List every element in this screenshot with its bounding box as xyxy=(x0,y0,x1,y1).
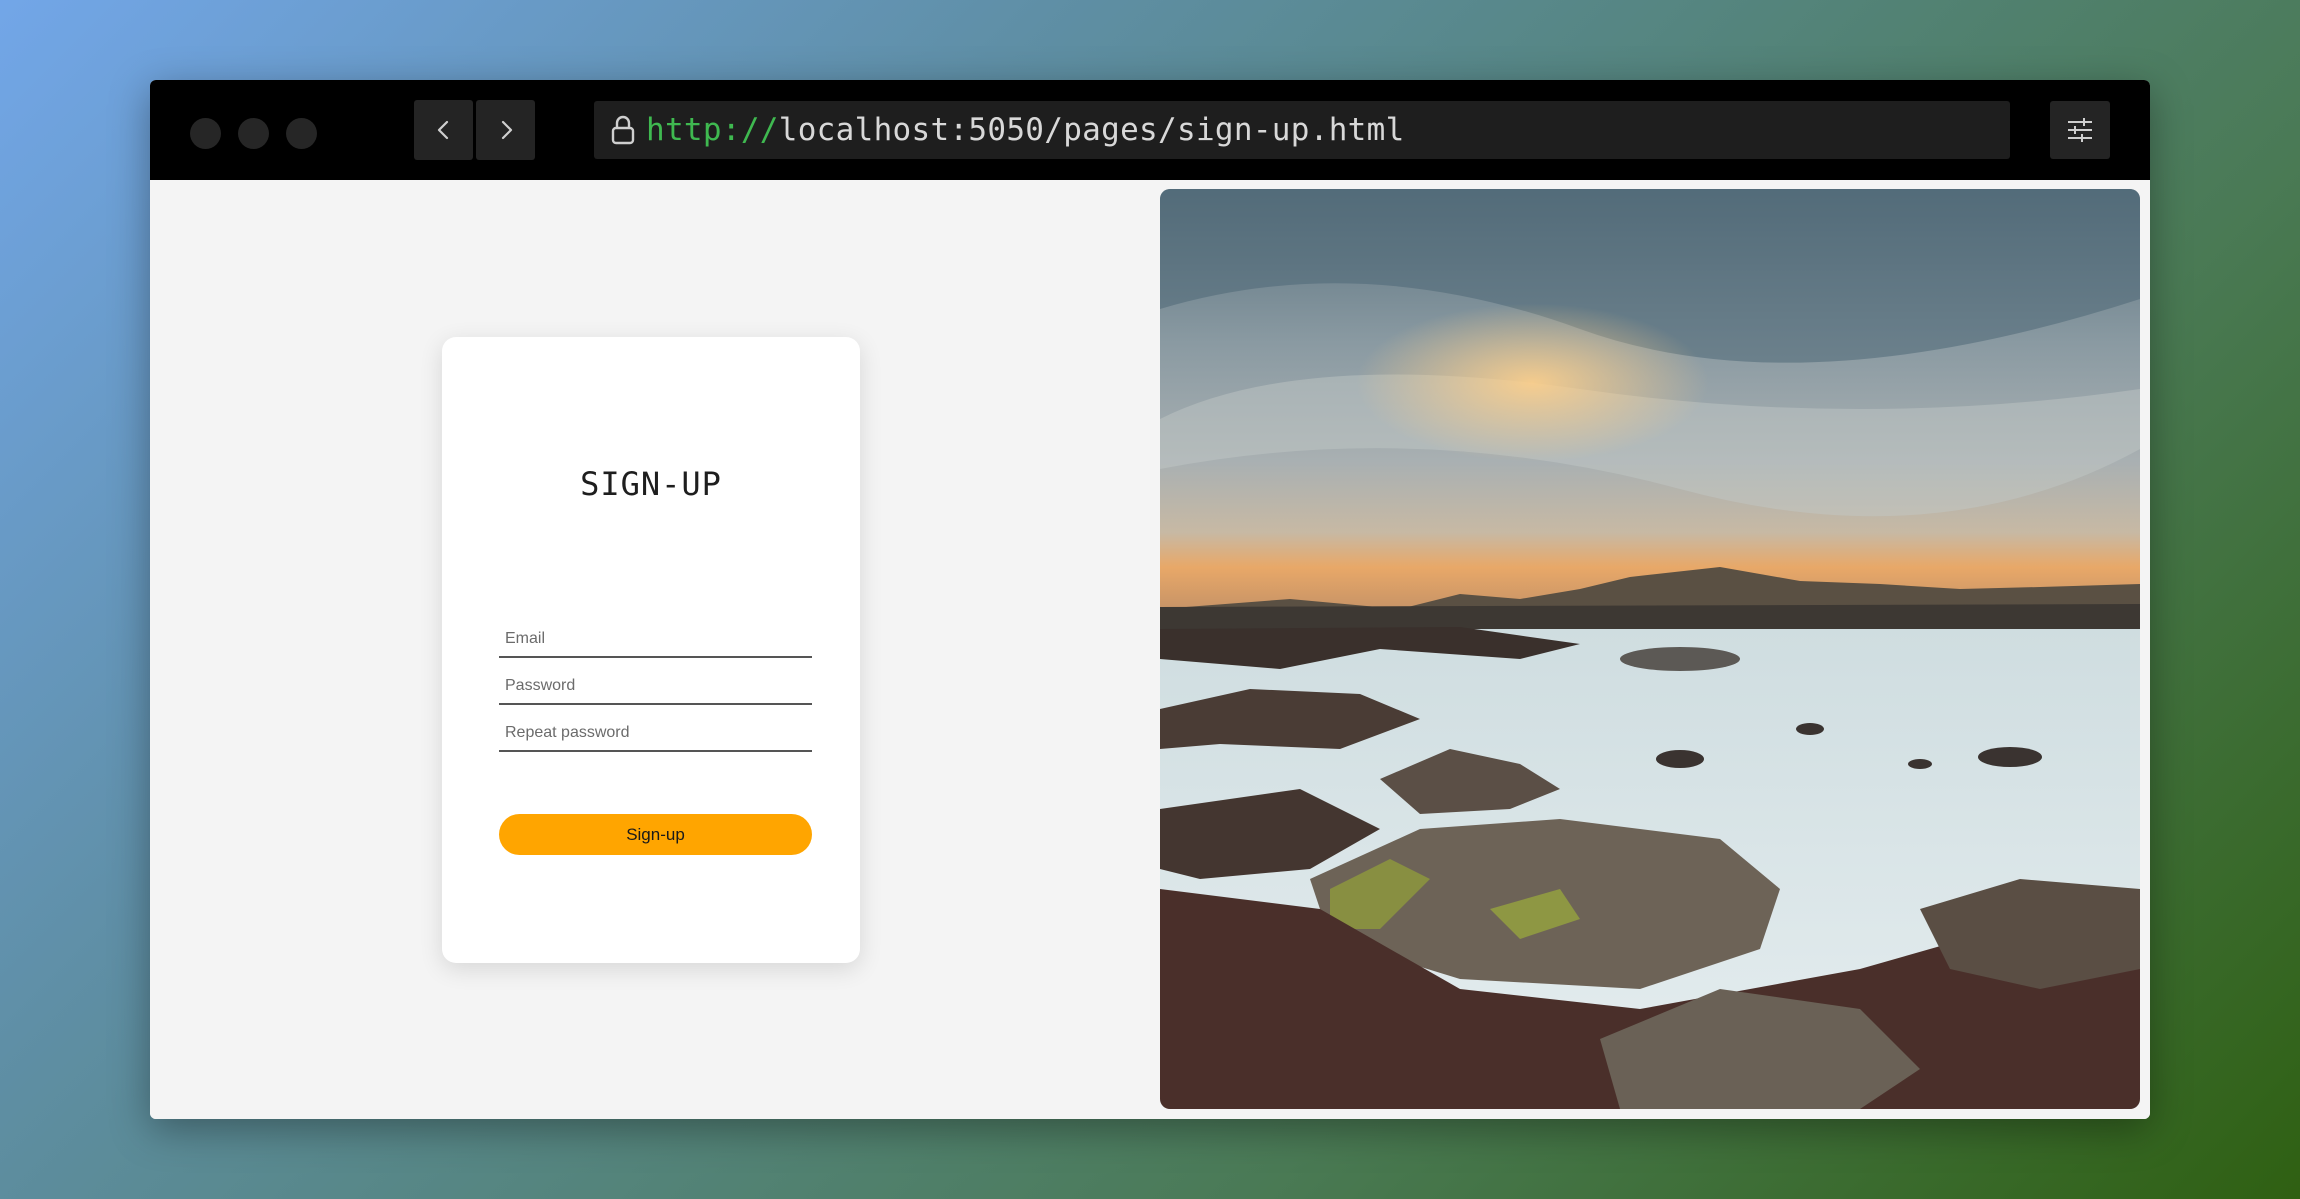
password-field[interactable] xyxy=(499,669,812,705)
page-title: SIGN-UP xyxy=(580,465,722,503)
browser-window: http://localhost:5050/pages/sign-up.html… xyxy=(150,80,2150,1119)
chevron-right-icon xyxy=(501,120,512,140)
back-button[interactable] xyxy=(414,100,473,160)
page-content: SIGN-UP Sign-up xyxy=(150,180,2150,1119)
email-field[interactable] xyxy=(499,622,812,658)
forward-button[interactable] xyxy=(476,100,535,160)
signup-card: SIGN-UP Sign-up xyxy=(442,337,860,963)
chevron-left-icon xyxy=(437,120,448,140)
settings-button[interactable] xyxy=(2050,101,2110,159)
sliders-icon xyxy=(2068,118,2092,142)
browser-toolbar: http://localhost:5050/pages/sign-up.html xyxy=(150,80,2150,180)
url-text: http://localhost:5050/pages/sign-up.html xyxy=(646,112,1405,148)
window-close-dot[interactable] xyxy=(190,118,221,149)
url-path: localhost:5050/pages/sign-up.html xyxy=(778,112,1405,148)
window-maximize-dot[interactable] xyxy=(286,118,317,149)
landscape-image xyxy=(1160,189,2140,1109)
signup-button[interactable]: Sign-up xyxy=(499,814,812,855)
lock-icon xyxy=(608,113,638,147)
url-protocol: http:// xyxy=(646,112,779,148)
address-bar[interactable]: http://localhost:5050/pages/sign-up.html xyxy=(594,101,2010,159)
window-minimize-dot[interactable] xyxy=(238,118,269,149)
repeat-password-field[interactable] xyxy=(499,716,812,752)
